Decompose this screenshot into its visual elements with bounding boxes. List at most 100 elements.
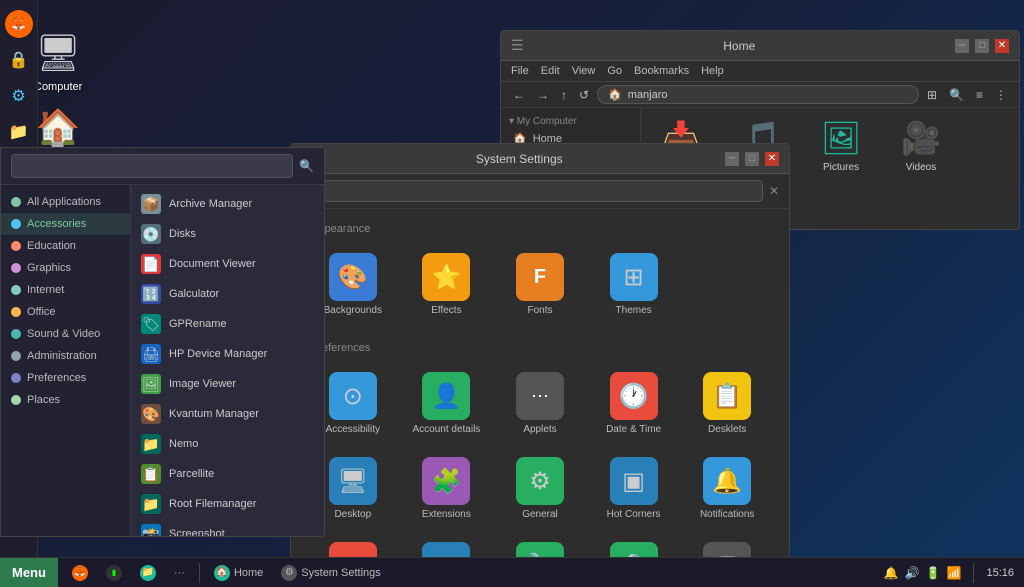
ss-search-input[interactable] [322, 180, 763, 202]
ss-desklets[interactable]: 📋 Desklets [685, 366, 769, 441]
cat-graphics[interactable]: Graphics [1, 257, 130, 279]
app-list: 📦 Archive Manager 💿 Disks 📄 Document Vie… [131, 185, 324, 536]
app-nemo[interactable]: 📁 Nemo [131, 429, 324, 459]
minimize-button[interactable]: ─ [955, 39, 969, 53]
forward-button[interactable]: → [533, 86, 553, 104]
app-parcellite[interactable]: 📋 Parcellite [131, 459, 324, 489]
address-bar[interactable]: 🏠 manjaro [597, 85, 919, 104]
cat-preferences[interactable]: Preferences [1, 367, 130, 389]
cat-places[interactable]: Places [1, 389, 130, 411]
app-gprename[interactable]: 🏷 GPRename [131, 309, 324, 339]
tray-wifi-icon[interactable]: 📶 [947, 566, 962, 580]
hp-device-manager-label: HP Device Manager [169, 348, 267, 360]
tray-volume-icon[interactable]: 🔊 [905, 566, 920, 580]
ss-online-accounts[interactable]: @ Online Accounts [311, 536, 395, 557]
menu-bookmarks[interactable]: Bookmarks [634, 65, 689, 77]
ss-screensaver[interactable]: 🖵 Screensaver [685, 536, 769, 557]
app-archive-manager[interactable]: 📦 Archive Manager [131, 189, 324, 219]
screenshot-icon: 📸 [141, 524, 161, 536]
fm-folder-videos[interactable]: 🎥 Videos [891, 118, 951, 173]
ss-appearance-grid: 🎨 Backgrounds ⭐ Effects F Fonts ⊞ Themes [311, 247, 769, 322]
cat-dot-accessories [11, 219, 21, 229]
menu-view[interactable]: View [572, 65, 596, 77]
ss-privacy[interactable]: 🔒 Privacy [592, 536, 676, 557]
cat-all-applications[interactable]: All Applications [1, 191, 130, 213]
app-kvantum[interactable]: 🎨 Kvantum Manager [131, 399, 324, 429]
back-button[interactable]: ← [509, 86, 529, 104]
app-galculator[interactable]: 🔢 Galculator [131, 279, 324, 309]
view-btn2[interactable]: ≡ [972, 86, 987, 104]
ss-notifications[interactable]: 🔔 Notifications [685, 451, 769, 526]
desktop-icon: 🖥 [329, 457, 377, 505]
view-btn3[interactable]: ⋮ [991, 86, 1011, 104]
maximize-button[interactable]: □ [975, 39, 989, 53]
cat-dot-all [11, 197, 21, 207]
cat-dot-office [11, 307, 21, 317]
ss-minimize-button[interactable]: ─ [725, 152, 739, 166]
search-button[interactable]: 🔍 [945, 86, 968, 104]
ss-extensions[interactable]: 🧩 Extensions [405, 451, 489, 526]
app-image-viewer[interactable]: 🖼 Image Viewer [131, 369, 324, 399]
window-controls: ─ □ ✕ [955, 39, 1009, 53]
app-menu-categories: All Applications Accessories Education G… [1, 185, 131, 536]
ss-hot-corners[interactable]: ▣ Hot Corners [592, 451, 676, 526]
app-screenshot[interactable]: 📸 Screenshot [131, 519, 324, 536]
cat-education[interactable]: Education [1, 235, 130, 257]
desktop-icon-computer[interactable]: 🖥 Computer [30, 25, 86, 97]
taskbar-app-firefox[interactable]: 🦊 [64, 561, 96, 585]
cat-office[interactable]: Office [1, 301, 130, 323]
taskbar-app-nemo[interactable]: 🏠 Home [206, 561, 271, 585]
app-search-input[interactable] [11, 154, 293, 178]
tray-network-icon[interactable]: 🔔 [884, 566, 899, 580]
kvantum-label: Kvantum Manager [169, 408, 259, 420]
fm-folder-pictures[interactable]: 🖼 Pictures [811, 118, 871, 173]
desktop: 🦊 🔒 ⚙ 📁 🔑 🔴 🖥 Computer 🏠 Home ☰ Home ─ □… [0, 0, 1024, 587]
applets-label: Applets [523, 424, 556, 435]
ss-applets[interactable]: ⋯ Applets [498, 366, 582, 441]
ss-clear-icon[interactable]: ✕ [769, 184, 779, 198]
ss-themes[interactable]: ⊞ Themes [592, 247, 676, 322]
ss-general[interactable]: ⚙ General [498, 451, 582, 526]
taskbar-more-icon: ··· [174, 567, 185, 579]
root-filemanager-label: Root Filemanager [169, 498, 256, 510]
tray-battery-icon[interactable]: 🔋 [926, 566, 941, 580]
ss-effects[interactable]: ⭐ Effects [405, 247, 489, 322]
up-button[interactable]: ↑ [557, 86, 571, 104]
pictures-folder-icon: 🖼 [817, 118, 865, 158]
start-button[interactable]: Menu [0, 558, 58, 587]
ss-maximize-button[interactable]: □ [745, 152, 759, 166]
panel-icon-folder[interactable]: 📁 [5, 118, 33, 146]
window-menu-icon[interactable]: ☰ [511, 37, 524, 54]
menu-help[interactable]: Help [701, 65, 724, 77]
ss-appearance-title: Appearance [311, 223, 769, 235]
ss-date-time[interactable]: 🕐 Date & Time [592, 366, 676, 441]
menu-edit[interactable]: Edit [541, 65, 560, 77]
app-hp-device-manager[interactable]: 🖨 HP Device Manager [131, 339, 324, 369]
taskbar-home-label: Home [234, 567, 263, 579]
taskbar-app-files[interactable]: 📁 [132, 561, 164, 585]
archive-manager-icon: 📦 [141, 194, 161, 214]
panel-icon-settings[interactable]: ⚙ [5, 82, 33, 110]
taskbar-app-settings[interactable]: ⚙ System Settings [273, 561, 388, 585]
ss-close-button[interactable]: ✕ [765, 152, 779, 166]
ss-panel[interactable]: ▬ Panel [405, 536, 489, 557]
ss-preferred-apps[interactable]: 🔧 Preferred Applications [498, 536, 582, 557]
cat-sound-video[interactable]: Sound & Video [1, 323, 130, 345]
app-disks[interactable]: 💿 Disks [131, 219, 324, 249]
menu-file[interactable]: File [511, 65, 529, 77]
menu-go[interactable]: Go [607, 65, 622, 77]
ss-account-details[interactable]: 👤 Account details [405, 366, 489, 441]
cat-internet[interactable]: Internet [1, 279, 130, 301]
view-btn1[interactable]: ⊞ [923, 86, 941, 104]
ss-fonts[interactable]: F Fonts [498, 247, 582, 322]
refresh-button[interactable]: ↺ [575, 86, 593, 104]
close-button[interactable]: ✕ [995, 39, 1009, 53]
app-document-viewer[interactable]: 📄 Document Viewer [131, 249, 324, 279]
cat-administration[interactable]: Administration [1, 345, 130, 367]
taskbar-app-more[interactable]: ··· [166, 561, 193, 585]
cat-accessories[interactable]: Accessories [1, 213, 130, 235]
app-root-filemanager[interactable]: 📁 Root Filemanager [131, 489, 324, 519]
panel-icon-lock[interactable]: 🔒 [5, 46, 33, 74]
panel-icon-firefox[interactable]: 🦊 [5, 10, 33, 38]
taskbar-app-terminal[interactable]: ▮ [98, 561, 130, 585]
